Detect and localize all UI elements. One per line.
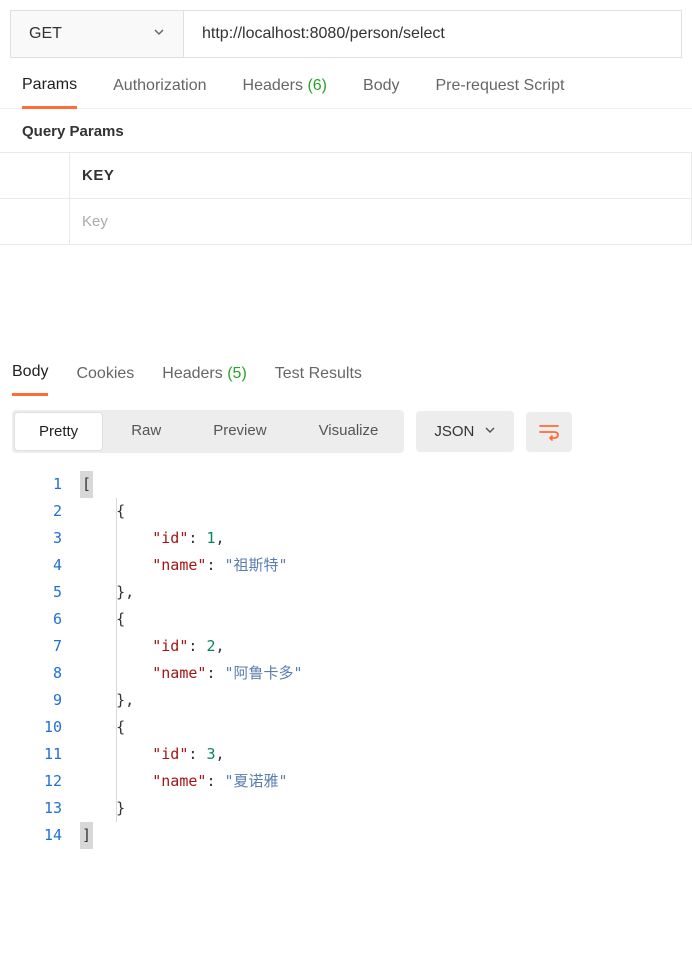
tab-headers-count: (6): [307, 77, 327, 94]
chevron-down-icon: [484, 423, 496, 440]
response-body-viewer[interactable]: 1[ 2 { 3 "id": 1, 4 "name": "祖斯特" 5 }, 6…: [0, 467, 692, 853]
http-method-value: GET: [29, 25, 62, 43]
resp-tab-test-results[interactable]: Test Results: [275, 365, 362, 395]
url-input[interactable]: http://localhost:8080/person/select: [184, 10, 682, 58]
key-input[interactable]: Key: [70, 199, 692, 244]
resp-tab-headers[interactable]: Headers (5): [162, 365, 247, 395]
line-number: 7: [0, 633, 80, 660]
line-number: 9: [0, 687, 80, 714]
view-mode-group: Pretty Raw Preview Visualize: [12, 410, 404, 453]
tab-params[interactable]: Params: [22, 76, 77, 109]
view-pretty[interactable]: Pretty: [14, 412, 103, 451]
view-visualize[interactable]: Visualize: [293, 410, 405, 453]
url-value: http://localhost:8080/person/select: [202, 25, 445, 43]
line-number: 12: [0, 768, 80, 795]
view-raw[interactable]: Raw: [105, 410, 187, 453]
table-row: Key: [0, 199, 692, 244]
line-number: 5: [0, 579, 80, 606]
row-checkbox-cell[interactable]: [0, 199, 70, 244]
view-preview[interactable]: Preview: [187, 410, 292, 453]
tab-authorization[interactable]: Authorization: [113, 77, 206, 107]
line-number: 8: [0, 660, 80, 687]
line-number: 6: [0, 606, 80, 633]
line-number: 13: [0, 795, 80, 822]
tab-pre-request[interactable]: Pre-request Script: [435, 77, 564, 107]
line-number: 2: [0, 498, 80, 525]
checkbox-column-header: [0, 153, 70, 198]
query-params-table: KEY Key: [0, 152, 692, 245]
resp-tab-body[interactable]: Body: [12, 363, 48, 396]
response-tabs: Body Cookies Headers (5) Test Results: [0, 355, 692, 396]
chevron-down-icon: [153, 25, 165, 43]
line-number: 4: [0, 552, 80, 579]
line-number: 11: [0, 741, 80, 768]
line-number: 10: [0, 714, 80, 741]
line-number: 1: [0, 471, 80, 498]
key-placeholder: Key: [82, 213, 108, 230]
line-number: 14: [0, 822, 80, 849]
wrap-icon: [538, 422, 560, 442]
query-params-heading: Query Params: [0, 109, 692, 152]
response-view-controls: Pretty Raw Preview Visualize JSON: [0, 396, 692, 467]
resp-tab-headers-count: (5): [227, 365, 247, 382]
tab-headers[interactable]: Headers (6): [243, 77, 328, 107]
request-tabs: Params Authorization Headers (6) Body Pr…: [0, 68, 692, 109]
tab-body[interactable]: Body: [363, 77, 399, 107]
key-column-header: KEY: [70, 153, 692, 198]
format-select[interactable]: JSON: [416, 411, 514, 452]
resp-tab-cookies[interactable]: Cookies: [76, 365, 134, 395]
line-number: 3: [0, 525, 80, 552]
table-header-row: KEY: [0, 153, 692, 199]
tab-headers-label: Headers: [243, 77, 303, 94]
wrap-lines-button[interactable]: [526, 412, 572, 452]
resp-tab-headers-label: Headers: [162, 365, 222, 382]
format-value: JSON: [434, 423, 474, 440]
http-method-select[interactable]: GET: [10, 10, 184, 58]
